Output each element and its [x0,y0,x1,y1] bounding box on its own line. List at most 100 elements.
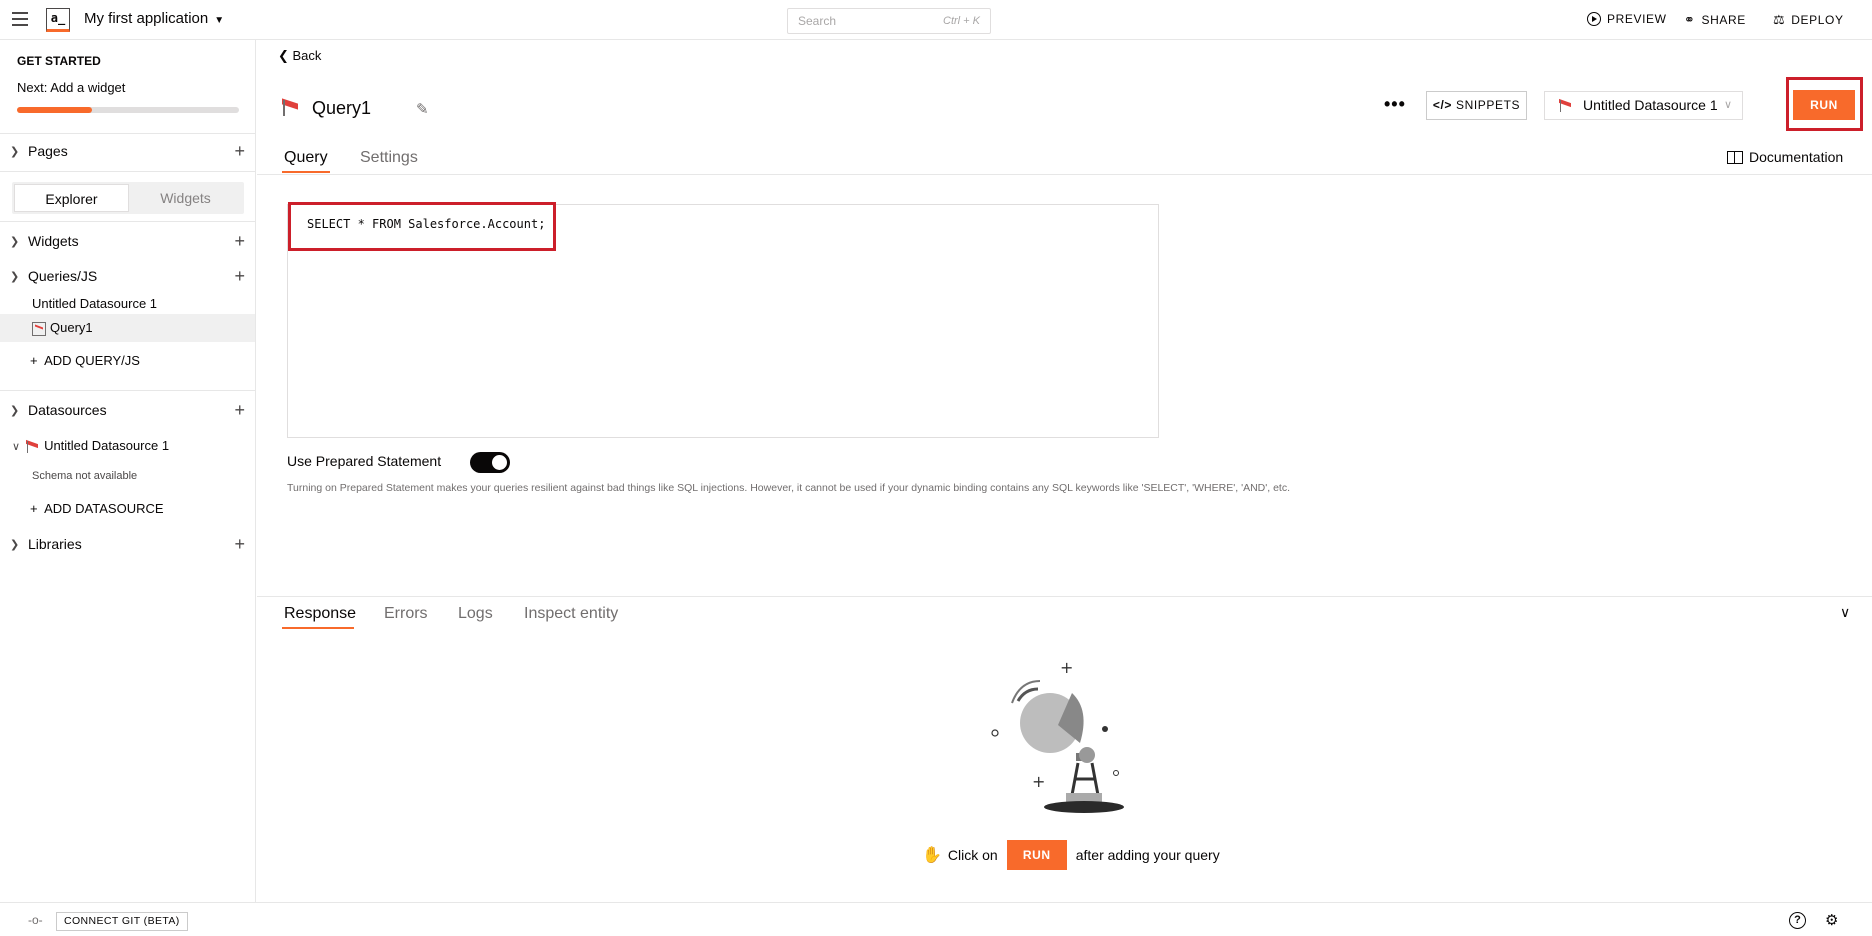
toggle-knob [492,455,507,470]
add-query-label: ADD QUERY/JS [44,353,140,368]
collapse-chevron-icon[interactable]: ∨ [1840,604,1850,621]
libraries-label: Libraries [28,536,82,552]
app-logo[interactable]: a_ [46,8,70,32]
plus-icon: + [30,353,45,368]
query-item-query1[interactable]: Query1 [0,314,255,342]
queries-section[interactable]: ❯ Queries/JS [10,268,97,284]
add-widget-plus-icon[interactable]: + [234,232,245,250]
share-button[interactable]: ⚭ SHARE [1684,12,1746,28]
next-step-link[interactable]: Next: Add a widget [17,80,125,95]
search-shortcut: Ctrl + K [943,15,980,27]
query-name[interactable]: Query1 [312,98,371,119]
tab-response[interactable]: Response [284,605,356,623]
plus-icon: + [30,501,45,516]
caret-right-icon: ❯ [10,145,20,158]
add-page-plus-icon[interactable]: + [234,142,245,160]
queries-label: Queries/JS [28,268,98,284]
run-button[interactable]: RUN [1793,90,1855,120]
bug-icon[interactable]: ⚙ [1825,911,1838,929]
widgets-tab[interactable]: Widgets [129,184,242,212]
prepared-statement-help: Turning on Prepared Statement makes your… [287,482,1291,494]
query-text[interactable]: SELECT * FROM Salesforce.Account; [307,217,545,231]
svg-text:+: + [1032,772,1045,791]
deploy-button[interactable]: ⚖ DEPLOY [1773,12,1844,28]
salesforce-icon [26,440,40,453]
widgets-section[interactable]: ❯ Widgets [10,233,79,249]
app-name-dropdown[interactable]: My first application ▼ [84,10,224,27]
tab-query-underline [282,171,330,173]
documentation-label: Documentation [1749,149,1844,165]
explorer-sidebar: GET STARTED Next: Add a widget ❯ Pages + … [0,40,256,902]
progress-fill [17,107,93,113]
libraries-section[interactable]: ❯ Libraries [10,536,82,552]
add-datasource-link[interactable]: + ADD DATASOURCE [30,501,164,516]
add-library-plus-icon[interactable]: + [234,535,245,553]
explorer-widgets-toggle: Explorer Widgets [12,182,244,214]
pages-label: Pages [28,143,68,159]
snippets-label: SNIPPETS [1455,98,1521,112]
chevron-down-icon: ▼ [214,15,225,26]
tab-logs[interactable]: Logs [458,605,493,623]
query-icon [32,321,46,336]
back-label: Back [292,48,322,63]
prepared-statement-label: Use Prepared Statement [287,453,442,469]
salesforce-icon [1559,100,1573,112]
widgets-label: Widgets [28,233,79,249]
response-divider [257,596,1872,597]
chevron-left-icon: ❮ [278,48,293,63]
app-name: My first application [84,10,209,27]
add-datasource-label: ADD DATASOURCE [44,501,164,516]
explorer-tab[interactable]: Explorer [14,184,129,212]
more-options-icon[interactable]: ••• [1384,94,1406,115]
add-query-plus-icon[interactable]: + [234,267,245,285]
book-icon [1727,150,1743,164]
datasource-selected: Untitled Datasource 1 [1583,97,1718,113]
caret-right-icon: ❯ [10,270,20,283]
search-placeholder: Search [798,14,837,28]
pencil-icon[interactable]: ✎ [416,100,429,118]
get-started-title: GET STARTED [17,54,101,68]
back-link[interactable]: ❮ Back [278,48,321,64]
tab-query[interactable]: Query [284,149,328,167]
empty-response-message: ✋ Click on RUN after adding your query [922,840,1220,870]
divider [0,221,256,222]
menu-icon[interactable] [12,12,28,26]
divider [0,390,256,391]
deploy-label: DEPLOY [1791,13,1844,27]
queries-group-label: Untitled Datasource 1 [32,296,158,311]
salesforce-icon [280,99,300,117]
search-input[interactable]: Search Ctrl + K [787,8,991,34]
empty-prefix: Click on [947,847,998,863]
query-item-label: Query1 [50,320,93,335]
snippets-button[interactable]: </> SNIPPETS [1426,91,1527,120]
onboarding-progress-bar [17,107,239,113]
tab-response-underline [282,627,354,629]
tab-inspect-entity[interactable]: Inspect entity [524,605,618,623]
preview-button[interactable]: PREVIEW [1587,12,1667,26]
schema-status: Schema not available [32,470,138,482]
connect-git-button[interactable]: CONNECT GIT (BETA) [56,912,188,931]
empty-run-button[interactable]: RUN [1006,840,1067,870]
bottom-bar: -o- CONNECT GIT (BETA) ? ⚙ [0,902,1872,936]
top-header: a_ My first application ▼ Search Ctrl + K… [0,0,1872,40]
radar-dish-illustration: + + [991,658,1124,813]
svg-text:+: + [1060,658,1073,677]
preview-label: PREVIEW [1607,12,1667,26]
add-query-link[interactable]: + ADD QUERY/JS [30,353,140,368]
caret-right-icon: ❯ [10,404,20,417]
datasources-section[interactable]: ❯ Datasources [10,402,107,418]
datasource-select[interactable]: Untitled Datasource 1 ∨ [1544,91,1743,120]
divider [0,133,256,134]
tab-settings[interactable]: Settings [360,149,418,167]
pages-section[interactable]: ❯ Pages [10,143,68,159]
divider [257,174,1872,175]
tab-errors[interactable]: Errors [384,605,428,623]
datasource-item-label: Untitled Datasource 1 [44,438,170,453]
caret-right-icon: ❯ [10,538,20,551]
help-icon[interactable]: ? [1789,912,1806,929]
documentation-link[interactable]: Documentation [1727,149,1843,165]
prepared-statement-toggle[interactable] [470,452,510,473]
add-datasource-plus-icon[interactable]: + [234,401,245,419]
play-icon [1587,12,1601,26]
datasource-item[interactable]: ∨ Untitled Datasource 1 [0,438,255,453]
